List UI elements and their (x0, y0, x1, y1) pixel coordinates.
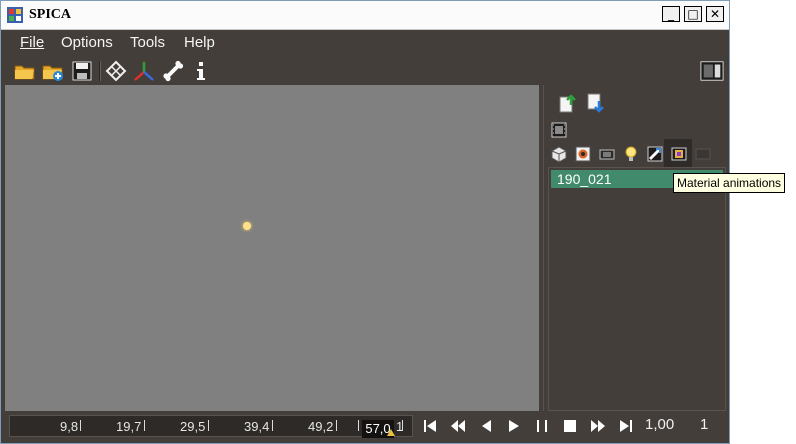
tick-label: 39,4 (244, 419, 270, 434)
desktop-background (730, 0, 796, 444)
tick-mark (144, 420, 145, 431)
tooltip: Material animations (673, 173, 786, 193)
light-source-marker (243, 222, 251, 230)
grid-icon[interactable] (104, 59, 128, 83)
tick-mark (336, 420, 337, 431)
tick-mark (80, 420, 81, 431)
maximize-button[interactable]: □ (684, 6, 702, 22)
tick-label: 49,2 (308, 419, 334, 434)
frame-counter: 1 (700, 416, 709, 433)
animation-list[interactable]: 190_021 (548, 167, 726, 411)
skip-to-end-icon[interactable] (615, 415, 637, 437)
tick-label: 19,7 (116, 419, 142, 434)
minimize-button[interactable]: _ (662, 6, 680, 22)
film-icon[interactable] (550, 121, 568, 139)
tick-mark (272, 420, 273, 431)
model-cube-icon[interactable] (550, 145, 568, 163)
info-icon[interactable] (189, 59, 213, 83)
menu-tools[interactable]: Tools (130, 34, 165, 51)
app-logo-icon (7, 7, 23, 23)
menu-bar: File Options Tools Help (1, 29, 729, 57)
step-back-icon[interactable] (475, 415, 497, 437)
open-folder-icon[interactable] (13, 59, 37, 83)
tick-mark (208, 420, 209, 431)
playback-bar: 9,8 19,7 29,5 39,4 49,2 57,0 1 1,00 1 (1, 411, 729, 443)
close-button[interactable]: ✕ (706, 6, 724, 22)
axis-icon[interactable] (132, 59, 156, 83)
app-window: SPICA _ □ ✕ File Options Tools Help 190_… (0, 0, 730, 444)
menu-help[interactable]: Help (184, 34, 215, 51)
timeline-slider[interactable]: 9,8 19,7 29,5 39,4 49,2 57,0 1 (9, 415, 413, 438)
playhead-marker[interactable] (387, 429, 395, 436)
light-bulb-icon[interactable] (622, 145, 640, 163)
disabled-icon (694, 145, 712, 163)
tick-label: 29,5 (180, 419, 206, 434)
import-folder-icon[interactable] (41, 59, 65, 83)
menu-options[interactable]: Options (61, 34, 113, 51)
texture-icon[interactable] (574, 145, 592, 163)
export-up-icon[interactable] (558, 93, 578, 113)
stop-icon[interactable] (559, 415, 581, 437)
toolbar-separator (99, 61, 101, 81)
title-bar: SPICA _ □ ✕ (1, 1, 729, 30)
tick-mark (402, 420, 403, 431)
save-icon[interactable] (70, 59, 94, 83)
tick-mark (358, 420, 359, 431)
3d-viewport[interactable] (5, 85, 539, 411)
skip-to-start-icon[interactable] (419, 415, 441, 437)
pause-icon[interactable] (531, 415, 553, 437)
tick-label: 9,8 (60, 419, 79, 434)
play-icon[interactable] (503, 415, 525, 437)
material-animation-icon[interactable] (670, 145, 688, 163)
playback-speed[interactable]: 1,00 (645, 416, 674, 433)
window-title: SPICA (29, 7, 72, 22)
bone-icon[interactable] (161, 59, 185, 83)
import-down-icon[interactable] (586, 93, 606, 113)
toolbar (1, 57, 729, 85)
rewind-icon[interactable] (447, 415, 469, 437)
menu-file[interactable]: File (20, 34, 44, 51)
panel-toggle-icon[interactable] (700, 59, 726, 83)
fast-forward-icon[interactable] (587, 415, 609, 437)
skeletal-animation-icon[interactable] (646, 145, 664, 163)
side-panel: 190_021 (543, 85, 729, 411)
camera-icon[interactable] (598, 145, 616, 163)
